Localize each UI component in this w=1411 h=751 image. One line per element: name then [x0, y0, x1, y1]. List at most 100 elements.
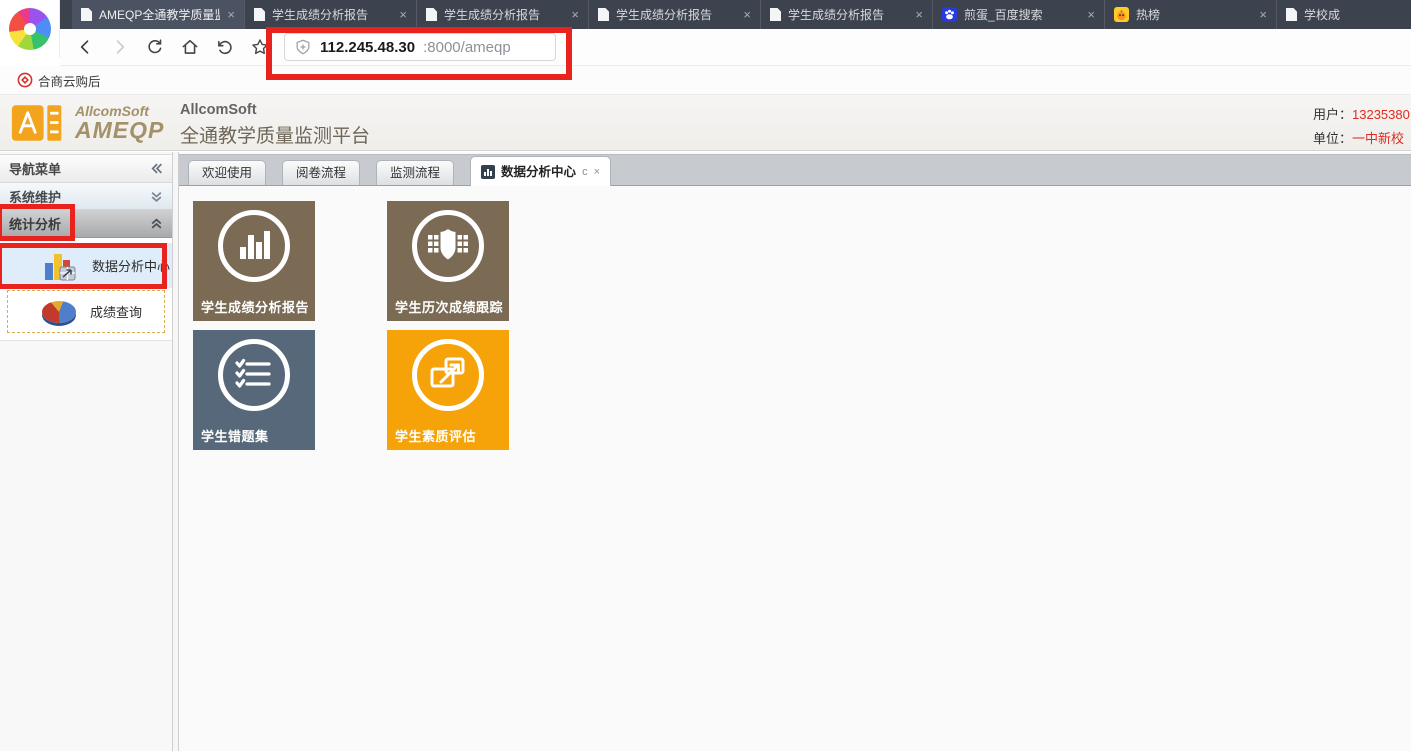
sidebar-menu-panel: 数据分析中心 成绩查询: [0, 238, 172, 341]
tab-refresh-icon[interactable]: c: [582, 160, 588, 184]
browser-tab[interactable]: 学生成绩分析报告 ×: [416, 0, 588, 29]
bookmark-label: 合商云购后: [38, 71, 101, 90]
tile-student-history-score-tracking[interactable]: 学生历次成绩跟踪: [387, 201, 509, 321]
back-icon[interactable]: [74, 36, 96, 58]
page-icon: [1286, 8, 1297, 21]
ameqp-logo-icon: [10, 100, 66, 146]
browser-tab-title: 学生成绩分析报告: [788, 6, 908, 23]
chevron-double-down-icon: [150, 190, 163, 203]
browser-tab-bar: AMEQP全通教学质量监 × 学生成绩分析报告 × 学生成绩分析报告 × 学生成…: [0, 0, 1411, 29]
unit-value: 一中新校: [1352, 131, 1404, 146]
workspace-tab-strip: 欢迎使用 阅卷流程 监测流程 数据分析中心 c ×: [179, 154, 1411, 186]
sidebar-section-statistics[interactable]: 统计分析: [0, 210, 172, 238]
browser-tab[interactable]: 学生成绩分析报告 ×: [760, 0, 932, 29]
browser-tab-title: 学校成: [1304, 6, 1402, 23]
address-bar[interactable]: 112.245.48.30 :8000/ameqp: [284, 33, 556, 61]
product-name-zh: 全通教学质量监测平台: [180, 121, 370, 148]
menu-item-label: 成绩查询: [90, 302, 142, 321]
app-brand: AllcomSoft AMEQP: [10, 100, 164, 146]
tile-student-mistake-collection[interactable]: 学生错题集: [193, 330, 315, 450]
browser-tab-title: 热榜: [1136, 6, 1252, 23]
browser-pinwheel-logo-icon: [9, 8, 51, 50]
sidebar-splitter[interactable]: [172, 152, 179, 751]
tab-close-icon[interactable]: ×: [594, 160, 600, 184]
tile-student-score-analysis-report[interactable]: 学生成绩分析报告: [193, 201, 315, 321]
page-icon: [770, 8, 781, 21]
url-host[interactable]: 112.245.48.30: [320, 39, 415, 56]
hot-list-icon: [1114, 7, 1129, 22]
bookmark-item[interactable]: 合商云购后: [17, 71, 101, 90]
browser-logo-box[interactable]: [0, 0, 60, 58]
tiles-area: 学生成绩分析报告: [179, 186, 1411, 751]
tab-monitor-process[interactable]: 监测流程: [376, 160, 454, 185]
browser-tab[interactable]: 学生成绩分析报告 ×: [244, 0, 416, 29]
refresh-icon[interactable]: [144, 36, 166, 58]
url-path[interactable]: :8000/ameqp: [423, 39, 511, 56]
unit-label: 单位：: [1313, 131, 1352, 146]
browser-tab[interactable]: 热榜 ×: [1104, 0, 1276, 29]
menu-item-data-analysis-center[interactable]: 数据分析中心: [0, 243, 172, 288]
tile-label: 学生历次成绩跟踪: [395, 297, 503, 316]
tab-close-icon[interactable]: ×: [571, 7, 579, 22]
user-label: 用户：: [1313, 107, 1352, 122]
page-icon: [254, 8, 265, 21]
bookmarks-bar: 合商云购后: [0, 66, 1411, 95]
browser-tab-title: 学生成绩分析报告: [444, 6, 564, 23]
baidu-paw-icon: [942, 7, 957, 22]
tab-close-icon[interactable]: ×: [743, 7, 751, 22]
tab-close-icon[interactable]: ×: [1259, 7, 1267, 22]
browser-tab[interactable]: 煎蛋_百度搜索 ×: [932, 0, 1104, 29]
home-icon[interactable]: [179, 36, 201, 58]
sidebar-section-system-maintenance[interactable]: 系统维护: [0, 183, 172, 210]
bar-chart-icon: [42, 249, 78, 283]
tab-close-icon[interactable]: ×: [915, 7, 923, 22]
browser-tab-title: 煎蛋_百度搜索: [964, 6, 1080, 23]
menu-item-label: 数据分析中心: [92, 256, 170, 275]
pie-chart-icon: [42, 301, 76, 323]
tab-close-icon[interactable]: ×: [399, 7, 407, 22]
main-area: 导航菜单 系统维护 统计分析: [0, 152, 1411, 751]
brand-name: AMEQP: [75, 118, 164, 142]
product-title: AllcomSoft 全通教学质量监测平台: [180, 102, 370, 148]
product-name-en: AllcomSoft: [180, 102, 370, 118]
section-label: 系统维护: [9, 187, 61, 206]
collapse-sidebar-icon[interactable]: [150, 162, 163, 175]
page-icon: [598, 8, 609, 21]
browser-tab[interactable]: 学生成绩分析报告 ×: [588, 0, 760, 29]
tile-label: 学生错题集: [201, 426, 269, 445]
browser-tab-title: 学生成绩分析报告: [616, 6, 736, 23]
tab-close-icon[interactable]: ×: [1087, 7, 1095, 22]
browser-tab-title: 学生成绩分析报告: [272, 6, 392, 23]
shield-icon: [294, 38, 312, 56]
tile-student-quality-assessment[interactable]: 学生素质评估: [387, 330, 509, 450]
page-icon: [81, 8, 92, 21]
tab-close-icon[interactable]: ×: [227, 7, 235, 22]
export-icon: [412, 339, 484, 411]
bookmark-star-icon[interactable]: [249, 36, 271, 58]
workspace: 欢迎使用 阅卷流程 监测流程 数据分析中心 c ×: [179, 152, 1411, 751]
bar-chart-icon: [218, 210, 290, 282]
brand-script: AllcomSoft: [75, 104, 164, 119]
user-value: 13235380: [1352, 107, 1410, 122]
tab-marking-process[interactable]: 阅卷流程: [282, 160, 360, 185]
tile-label: 学生素质评估: [395, 426, 476, 445]
menu-item-score-query[interactable]: 成绩查询: [7, 290, 165, 333]
browser-tab[interactable]: 学校成: [1276, 0, 1411, 29]
browser-tab[interactable]: AMEQP全通教学质量监 ×: [72, 0, 244, 29]
tab-data-analysis-center[interactable]: 数据分析中心 c ×: [470, 156, 611, 186]
undo-icon[interactable]: [214, 36, 236, 58]
page-icon: [426, 8, 437, 21]
user-info: 用户：13235380 单位：一中新校: [1313, 103, 1410, 151]
section-label: 统计分析: [9, 214, 61, 233]
red-medal-icon: [17, 72, 33, 88]
bar-chart-icon: [481, 165, 495, 179]
sidebar-title-bar: 导航菜单: [0, 154, 172, 183]
tab-label: 数据分析中心: [501, 160, 576, 184]
browser-toolbar: 112.245.48.30 :8000/ameqp: [60, 29, 1411, 66]
forward-icon[interactable]: [109, 36, 131, 58]
tab-welcome[interactable]: 欢迎使用: [188, 160, 266, 185]
chevron-double-up-icon: [150, 217, 163, 230]
tile-label: 学生成绩分析报告: [201, 297, 309, 316]
browser-tab-title: AMEQP全通教学质量监: [99, 6, 220, 23]
browser-window: AMEQP全通教学质量监 × 学生成绩分析报告 × 学生成绩分析报告 × 学生成…: [0, 0, 1411, 751]
